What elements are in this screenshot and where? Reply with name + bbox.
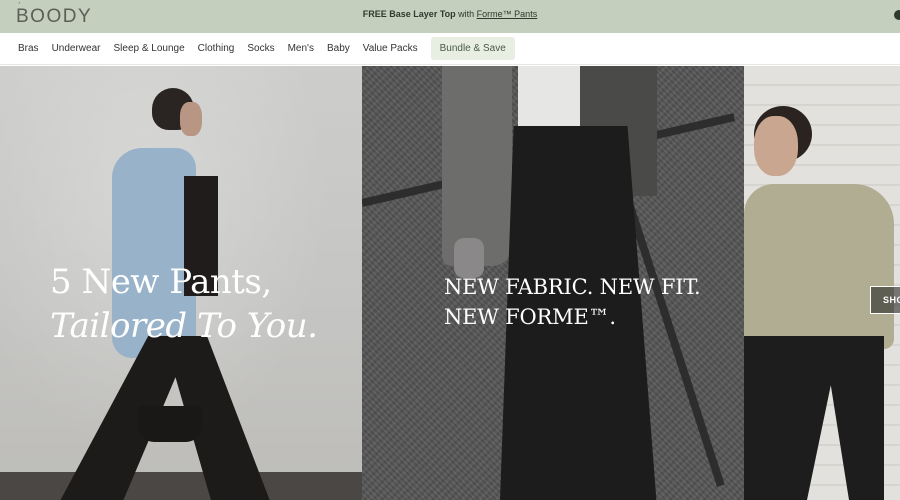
model-jacket-left-image (442, 66, 512, 266)
hero-headline-line2: Tailored To You. (50, 306, 318, 346)
hero-panel-third[interactable]: SHO (744, 66, 900, 500)
nav-item-sleep-lounge[interactable]: Sleep & Lounge (113, 43, 184, 54)
nav-item-underwear[interactable]: Underwear (52, 43, 101, 54)
model-white-top-image (518, 66, 580, 130)
model-face-image (180, 102, 202, 136)
account-icon[interactable] (894, 10, 900, 20)
nav-item-value-packs[interactable]: Value Packs (363, 43, 418, 54)
promo-bar: ˋ BOODY FREE Base Layer Top with Forme™ … (0, 0, 900, 33)
hero-panel-forme[interactable]: NEW FABRIC. NEW FIT. NEW FORME™. (362, 66, 744, 500)
bundle-save-button[interactable]: Bundle & Save (430, 37, 515, 60)
promo-bold-text: FREE Base Layer Top (362, 9, 456, 19)
hero-headline-line1: 5 New Pants, (50, 262, 272, 302)
hero-panel-pants[interactable]: 5 New Pants, Tailored To You. (0, 66, 362, 500)
nav-item-baby[interactable]: Baby (327, 43, 350, 54)
promo-link[interactable]: Forme™ Pants (477, 9, 538, 19)
promo-message: FREE Base Layer Top with Forme™ Pants (0, 9, 900, 19)
model3-face-image (754, 116, 798, 176)
promo-middle-text: with (455, 9, 477, 19)
shop-button[interactable]: SHO (870, 286, 900, 314)
nav-item-mens[interactable]: Men's (288, 43, 314, 54)
model-bag-image (138, 406, 202, 442)
main-nav: Bras Underwear Sleep & Lounge Clothing S… (0, 33, 900, 65)
forme-headline-line2: NEW FORME™. (444, 305, 616, 329)
nav-item-bras[interactable]: Bras (18, 43, 39, 54)
model-olive-jacket-image (744, 184, 894, 349)
nav-item-socks[interactable]: Socks (247, 43, 274, 54)
model-hand-image (454, 238, 484, 278)
forme-headline-line1: NEW FABRIC. NEW FIT. (444, 275, 701, 299)
nav-item-clothing[interactable]: Clothing (198, 43, 235, 54)
panel1-floor (0, 472, 362, 500)
